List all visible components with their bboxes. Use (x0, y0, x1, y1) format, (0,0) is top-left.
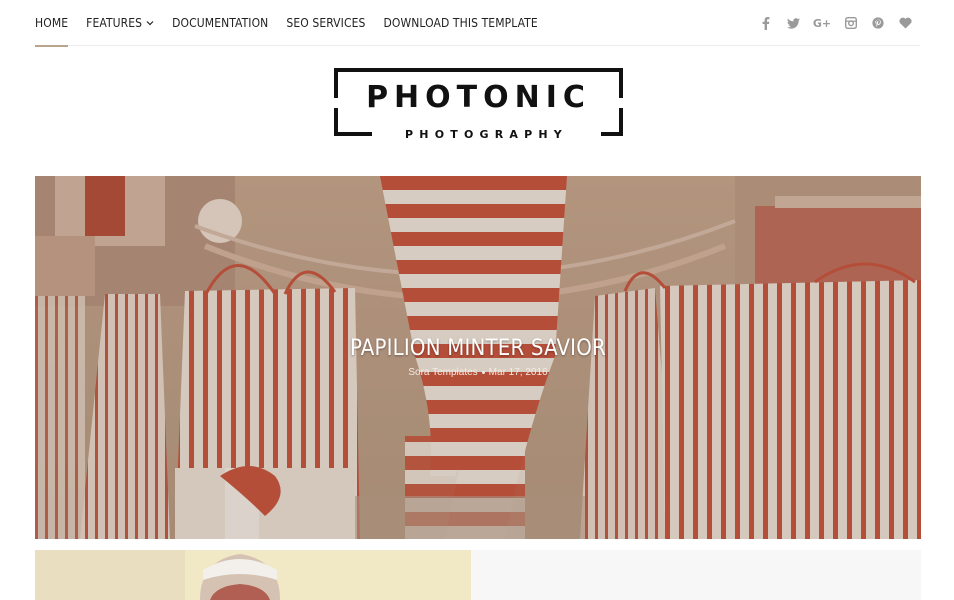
facebook-icon[interactable] (759, 16, 773, 30)
logo-frame-notch (619, 98, 623, 108)
instagram-icon[interactable] (844, 16, 858, 30)
site-logo[interactable]: PHOTONIC PHOTOGRAPHY (334, 68, 623, 142)
nav-item-label: Documentation (172, 16, 269, 30)
twitter-icon[interactable] (786, 16, 800, 30)
nav-item-documentation[interactable]: Documentation (172, 0, 268, 46)
google-plus-glyph: G+ (812, 16, 832, 30)
main-menu: Home Features Documentation SEO Services… (35, 0, 556, 47)
featured-title[interactable]: Papilion Minter Savior (350, 336, 606, 361)
nav-item-seo-services[interactable]: SEO Services (286, 0, 365, 46)
logo-title: PHOTONIC (366, 80, 591, 115)
social-links: G+ (746, 0, 912, 46)
post-thumbnail-image (35, 550, 471, 600)
pinterest-icon[interactable] (871, 16, 885, 30)
top-navigation-bar: Home Features Documentation SEO Services… (35, 0, 920, 47)
meta-separator-dot (481, 370, 485, 374)
chevron-down-icon (146, 19, 154, 27)
logo-subtitle: PHOTOGRAPHY (405, 127, 568, 141)
nav-item-label: SEO Services (286, 16, 366, 30)
post-date: Mar 17, 2016 (488, 367, 548, 378)
nav-item-label: Home (35, 16, 69, 30)
featured-caption: Papilion Minter Savior Sora Templates Mar… (35, 336, 921, 378)
post-thumbnail[interactable] (35, 550, 471, 600)
featured-slide[interactable]: Papilion Minter Savior Sora Templates Mar… (35, 176, 921, 539)
post-author[interactable]: Sora Templates (408, 367, 477, 378)
nav-item-features[interactable]: Features (86, 0, 154, 46)
logo-subtitle-wrap: PHOTOGRAPHY (372, 126, 601, 142)
post-summary-panel (471, 550, 921, 600)
featured-meta: Sora Templates Mar 17, 2016 (35, 367, 921, 378)
heart-icon[interactable] (898, 16, 912, 30)
nav-item-label: Download This Template (383, 16, 538, 30)
nav-item-download-template[interactable]: Download This Template (383, 0, 537, 46)
nav-item-label: Features (86, 16, 143, 30)
google-plus-icon[interactable]: G+ (813, 16, 831, 30)
nav-item-home[interactable]: Home (35, 0, 69, 47)
